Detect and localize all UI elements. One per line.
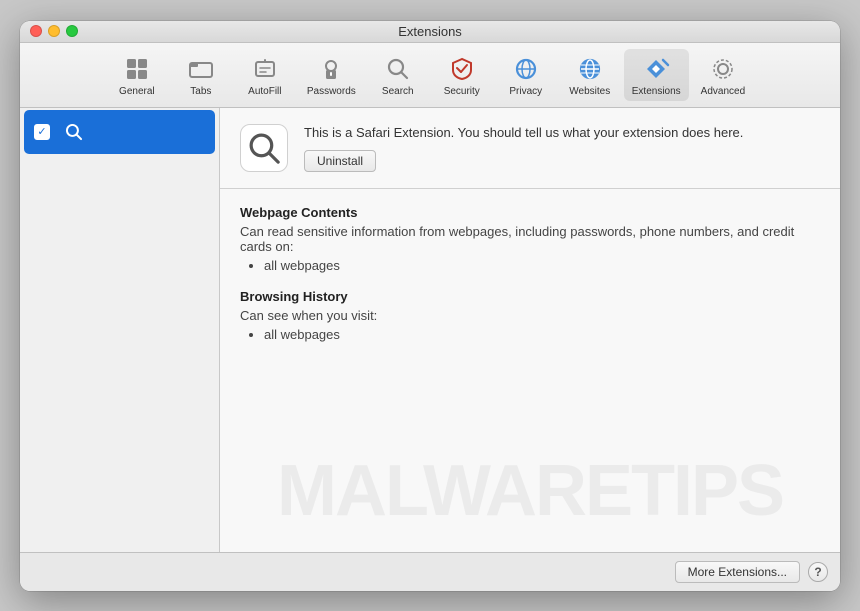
extension-sidebar-icon: [58, 116, 90, 148]
webpage-contents-desc: Can read sensitive information from webp…: [240, 224, 820, 254]
toolbar-item-autofill[interactable]: AutoFill: [235, 49, 295, 101]
traffic-lights: [30, 25, 78, 37]
toolbar-item-privacy[interactable]: Privacy: [496, 49, 556, 101]
watermark: MALWARETIPS: [277, 450, 783, 532]
uninstall-button[interactable]: Uninstall: [304, 150, 376, 172]
browsing-history-section: Browsing History Can see when you visit:…: [240, 289, 820, 342]
websites-icon: [574, 53, 606, 85]
toolbar-item-search[interactable]: Search: [368, 49, 428, 101]
more-extensions-button[interactable]: More Extensions...: [675, 561, 800, 583]
extension-description: This is a Safari Extension. You should t…: [304, 124, 820, 142]
minimize-button[interactable]: [48, 25, 60, 37]
toolbar-label-passwords: Passwords: [307, 86, 356, 97]
general-icon: [121, 53, 153, 85]
extensions-icon: [640, 53, 672, 85]
maximize-button[interactable]: [66, 25, 78, 37]
toolbar-item-extensions[interactable]: Extensions: [624, 49, 689, 101]
toolbar-label-security: Security: [444, 86, 480, 97]
detail-pane: This is a Safari Extension. You should t…: [220, 108, 840, 552]
webpage-contents-list: all webpages: [240, 258, 820, 273]
sidebar: ✓: [20, 108, 220, 552]
browsing-history-desc: Can see when you visit:: [240, 308, 820, 323]
toolbar-label-search: Search: [382, 86, 414, 97]
toolbar: General Tabs AutoFill: [20, 43, 840, 108]
toolbar-item-security[interactable]: Security: [432, 49, 492, 101]
toolbar-label-tabs: Tabs: [190, 86, 211, 97]
help-button[interactable]: ?: [808, 562, 828, 582]
toolbar-label-general: General: [119, 86, 155, 97]
window-title: Extensions: [398, 24, 462, 39]
sidebar-item-search-ext[interactable]: ✓: [24, 110, 215, 154]
extension-header: This is a Safari Extension. You should t…: [220, 108, 840, 189]
toolbar-label-autofill: AutoFill: [248, 86, 281, 97]
advanced-icon: [707, 53, 739, 85]
extension-icon: [240, 124, 288, 172]
toolbar-label-privacy: Privacy: [509, 86, 542, 97]
extension-checkbox[interactable]: ✓: [34, 124, 50, 140]
search-toolbar-icon: [382, 53, 414, 85]
webpage-contents-item: all webpages: [264, 258, 820, 273]
titlebar: Extensions: [20, 21, 840, 43]
browsing-history-item: all webpages: [264, 327, 820, 342]
browsing-history-list: all webpages: [240, 327, 820, 342]
footer: More Extensions... ?: [20, 552, 840, 591]
close-button[interactable]: [30, 25, 42, 37]
webpage-contents-section: Webpage Contents Can read sensitive info…: [240, 205, 820, 273]
permissions-section: Webpage Contents Can read sensitive info…: [220, 189, 840, 552]
toolbar-label-extensions: Extensions: [632, 86, 681, 97]
passwords-icon: [315, 53, 347, 85]
tabs-icon: [185, 53, 217, 85]
toolbar-label-websites: Websites: [569, 86, 610, 97]
browsing-history-title: Browsing History: [240, 289, 820, 304]
main-window: Extensions General Tabs: [20, 21, 840, 591]
toolbar-label-advanced: Advanced: [701, 86, 745, 97]
toolbar-item-passwords[interactable]: Passwords: [299, 49, 364, 101]
privacy-icon: [510, 53, 542, 85]
extension-info: This is a Safari Extension. You should t…: [304, 124, 820, 172]
toolbar-item-general[interactable]: General: [107, 49, 167, 101]
webpage-contents-title: Webpage Contents: [240, 205, 820, 220]
main-content: ✓ This is a: [20, 108, 840, 552]
security-icon: [446, 53, 478, 85]
toolbar-item-tabs[interactable]: Tabs: [171, 49, 231, 101]
toolbar-item-websites[interactable]: Websites: [560, 49, 620, 101]
toolbar-item-advanced[interactable]: Advanced: [693, 49, 753, 101]
autofill-icon: [249, 53, 281, 85]
